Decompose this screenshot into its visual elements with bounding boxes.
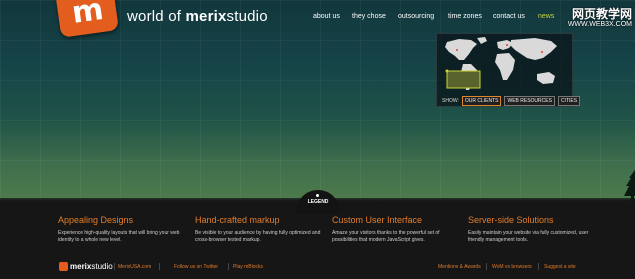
feature-text: Amaze your visitors thanks to the powerf… xyxy=(332,230,440,244)
feature-title[interactable]: Custom User Interface xyxy=(332,215,462,225)
feature-text: Experience high-quality layouts that wil… xyxy=(58,230,180,244)
feature-text: Be visible to your audience by having fu… xyxy=(195,230,321,244)
footer-logo-icon[interactable] xyxy=(59,262,68,271)
tab-cities[interactable]: CITIES xyxy=(557,96,581,106)
footer-divider xyxy=(159,263,160,270)
nav-item-time-zones[interactable]: time zones xyxy=(448,13,482,20)
feature-server-side-solutions: Server-side Solutions Easily maintain yo… xyxy=(468,215,598,245)
feature-custom-user-interface: Custom User Interface Amaze your visitor… xyxy=(332,215,462,245)
tab-web-resources[interactable]: WEB RESOURCES xyxy=(504,96,555,106)
feature-title[interactable]: Hand-crafted markup xyxy=(195,215,325,225)
footer-link-twitter[interactable]: Follow us on Twitter xyxy=(164,264,218,270)
feature-appealing-designs: Appealing Designs Experience high-qualit… xyxy=(58,215,188,245)
map-show-label: SHOW: xyxy=(442,98,459,104)
footer-link-merixusa[interactable]: MerixUSA.com xyxy=(118,264,151,270)
tab-our-clients[interactable]: OUR CLIENTS xyxy=(461,96,502,106)
feature-hand-crafted-markup: Hand-crafted markup Be visible to your a… xyxy=(195,215,325,245)
feature-title[interactable]: Appealing Designs xyxy=(58,215,188,225)
map-filter: SHOW: OUR CLIENTS WEB RESOURCES CITIES xyxy=(442,96,581,106)
feature-text: Easily maintain your website via fully c… xyxy=(468,230,589,244)
nav-item-they-chose[interactable]: they chose xyxy=(352,13,386,20)
footer-link-browsers[interactable]: WoM vs browsers xyxy=(492,264,532,270)
footer-divider xyxy=(114,263,115,270)
nav-item-contact-us[interactable]: contact us xyxy=(493,13,525,20)
feature-title[interactable]: Server-side Solutions xyxy=(468,215,598,225)
tree-silhouette xyxy=(624,170,635,205)
footer-link-suggest[interactable]: Suggest a site xyxy=(544,264,576,270)
watermark: 网页教学网 WWW.WEB3X.COM xyxy=(567,7,632,28)
footer-divider xyxy=(538,263,539,270)
nav-item-news[interactable]: news xyxy=(538,13,554,20)
legend-dot-icon xyxy=(316,194,319,197)
footer-link-mblocks[interactable]: Play mBlocks xyxy=(233,264,263,270)
footer-title[interactable]: merixstudio xyxy=(70,262,113,271)
footer-divider xyxy=(228,263,229,270)
footer-link-awards[interactable]: Mentions & Awards xyxy=(438,264,481,270)
footer-bar: merixstudio MerixUSA.com Follow us on Tw… xyxy=(0,260,635,274)
legend-label: LEGEND xyxy=(307,199,329,205)
nav-item-about-us[interactable]: about us xyxy=(313,13,340,20)
site-title[interactable]: world of merixstudio xyxy=(127,8,268,25)
footer-divider xyxy=(486,263,487,270)
nav-item-outsourcing[interactable]: outsourcing xyxy=(398,13,434,20)
